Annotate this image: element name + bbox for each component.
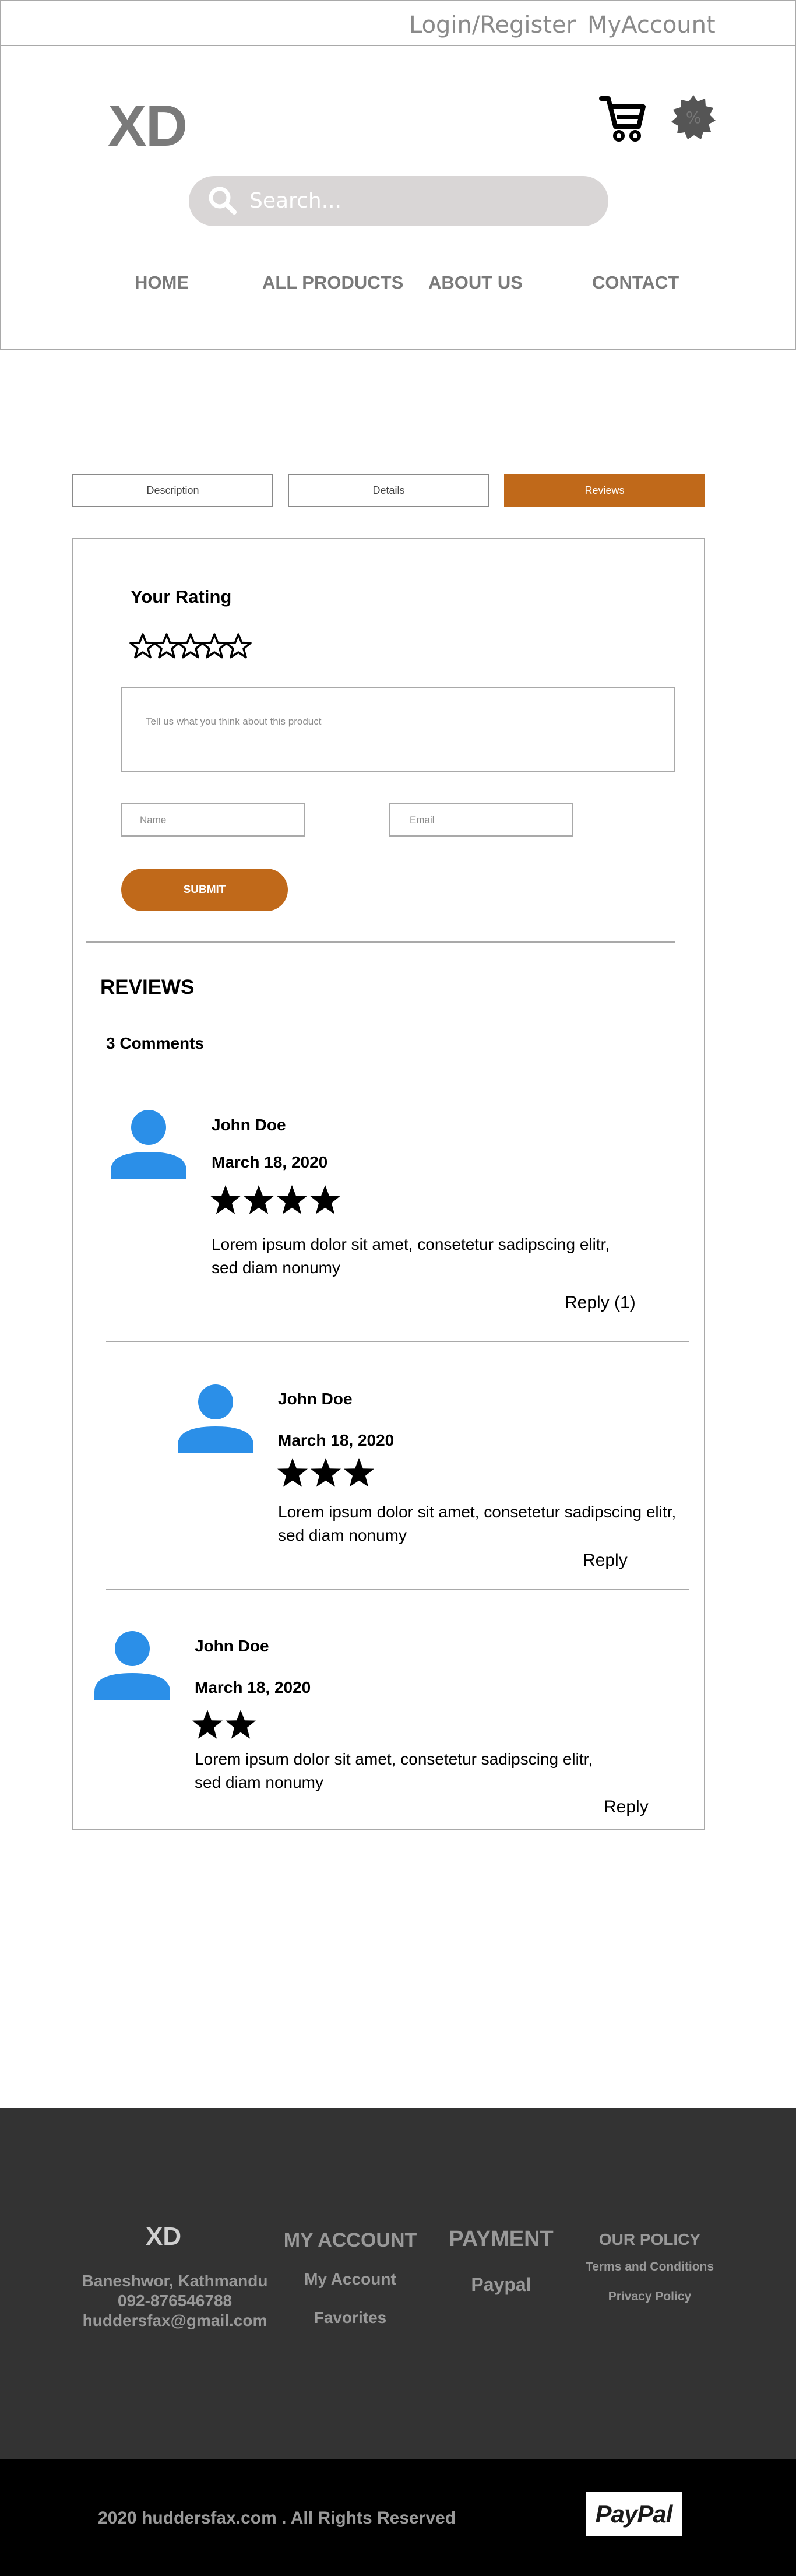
tab-description[interactable]: Description	[72, 474, 273, 507]
footer-policy-heading: OUR POLICY	[598, 2230, 701, 2248]
review-text: Lorem ipsum dolor sit amet, consetetur s…	[195, 1748, 719, 1794]
review-text-line: Lorem ipsum dolor sit amet, consetetur s…	[278, 1503, 677, 1521]
nav-about-us[interactable]: ABOUT US	[428, 272, 523, 293]
reviewer-name: John Doe	[278, 1390, 353, 1408]
footer-my-account-link[interactable]: My Account	[279, 2270, 422, 2289]
review-date: March 18, 2020	[212, 1153, 328, 1171]
reply-link[interactable]: Reply	[604, 1797, 649, 1817]
email-field[interactable]: Email	[389, 803, 573, 837]
review-text-line: sed diam nonumy	[212, 1259, 341, 1277]
paypal-logo: PayPal	[586, 2492, 682, 2536]
tab-details[interactable]: Details	[288, 474, 489, 507]
svg-text:%: %	[686, 108, 702, 127]
reply-link[interactable]: Reply (1)	[565, 1293, 636, 1313]
rating-star-icon	[153, 633, 180, 659]
my-account-link[interactable]: MyAccount	[587, 12, 716, 38]
star-icon	[277, 1458, 308, 1487]
search-bar[interactable]: Search...	[189, 176, 608, 226]
star-icon	[310, 1185, 340, 1214]
star-icon	[311, 1458, 341, 1487]
divider	[106, 1341, 689, 1342]
paypal-logo-text: PayPal	[595, 2500, 673, 2528]
review-stars	[210, 1183, 344, 1219]
footer-terms-link[interactable]: Terms and Conditions	[574, 2260, 725, 2274]
cart-icon[interactable]	[599, 94, 646, 146]
review-date: March 18, 2020	[278, 1431, 395, 1449]
star-icon	[226, 1710, 256, 1739]
star-icon	[244, 1185, 274, 1214]
reviewer-name: John Doe	[195, 1637, 269, 1655]
footer-my-account-heading: MY ACCOUNT	[283, 2229, 417, 2251]
footer-address: Baneshwor, Kathmandu	[82, 2272, 268, 2290]
search-icon	[206, 184, 239, 220]
reviewer-name: John Doe	[212, 1116, 286, 1134]
rating-star-icon	[225, 633, 252, 659]
bottom-bar: 2020 huddersfax.com . All Rights Reserve…	[0, 2459, 796, 2576]
divider	[106, 1589, 689, 1590]
review-text: Lorem ipsum dolor sit amet, consetetur s…	[278, 1500, 779, 1547]
review-text-line: sed diam nonumy	[195, 1773, 324, 1791]
copyright-text: 2020 huddersfax.com . All Rights Reserve…	[98, 2508, 456, 2528]
comment-placeholder: Tell us what you think about this produc…	[146, 716, 322, 727]
review-stars	[192, 1708, 261, 1744]
review-text-line: sed diam nonumy	[278, 1526, 407, 1544]
your-rating-title: Your Rating	[131, 586, 232, 607]
review-text-line: Lorem ipsum dolor sit amet, consetetur s…	[212, 1235, 610, 1253]
star-icon	[344, 1458, 374, 1487]
site-header: XD % Search... HOME ALL PRODUCTS ABOUT U…	[0, 45, 796, 350]
tab-reviews[interactable]: Reviews	[504, 474, 705, 507]
top-bar: Login/Register MyAccount	[0, 0, 796, 46]
review-text-line: Lorem ipsum dolor sit amet, consetetur s…	[195, 1750, 593, 1768]
avatar	[111, 1110, 186, 1182]
divider	[86, 941, 675, 943]
comment-count: 3 Comments	[106, 1034, 205, 1052]
nav-contact[interactable]: CONTACT	[592, 272, 679, 293]
footer-logo[interactable]: XD	[146, 2222, 181, 2251]
rating-star-icon	[129, 633, 156, 659]
logo[interactable]: XD	[108, 93, 188, 160]
review-date: March 18, 2020	[195, 1678, 311, 1696]
avatar	[178, 1384, 253, 1456]
site-footer: XD Baneshwor, Kathmandu 092-876546788 hu…	[0, 2108, 796, 2459]
footer-payment-heading: PAYMENT	[449, 2227, 554, 2251]
nav-home[interactable]: HOME	[135, 272, 189, 293]
review-stars	[277, 1456, 379, 1492]
rating-input[interactable]	[129, 631, 252, 664]
comment-textarea[interactable]: Tell us what you think about this produc…	[121, 687, 675, 772]
rating-star-icon	[177, 633, 204, 659]
star-icon	[210, 1185, 241, 1214]
name-placeholder: Name	[140, 814, 167, 825]
discount-badge-icon[interactable]: %	[670, 94, 717, 143]
footer-email[interactable]: huddersfax@gmail.com	[79, 2311, 271, 2330]
star-icon	[192, 1710, 223, 1739]
footer-phone: 092-876546788	[117, 2292, 233, 2310]
email-placeholder: Email	[410, 814, 435, 825]
review-text: Lorem ipsum dolor sit amet, consetetur s…	[212, 1233, 736, 1280]
reviews-heading: REVIEWS	[100, 976, 195, 999]
nav-all-products[interactable]: ALL PRODUCTS	[262, 272, 403, 293]
footer-favorites-link[interactable]: Favorites	[279, 2308, 422, 2327]
footer-privacy-link[interactable]: Privacy Policy	[574, 2290, 725, 2304]
reply-link[interactable]: Reply	[583, 1551, 628, 1570]
star-icon	[277, 1185, 307, 1214]
search-input[interactable]: Search...	[249, 189, 341, 213]
name-field[interactable]: Name	[121, 803, 305, 837]
avatar	[94, 1631, 170, 1703]
footer-paypal-link[interactable]: Paypal	[437, 2274, 565, 2296]
submit-button[interactable]: SUBMIT	[121, 869, 288, 911]
rating-star-icon	[201, 633, 228, 659]
login-register-link[interactable]: Login/Register	[409, 12, 576, 38]
